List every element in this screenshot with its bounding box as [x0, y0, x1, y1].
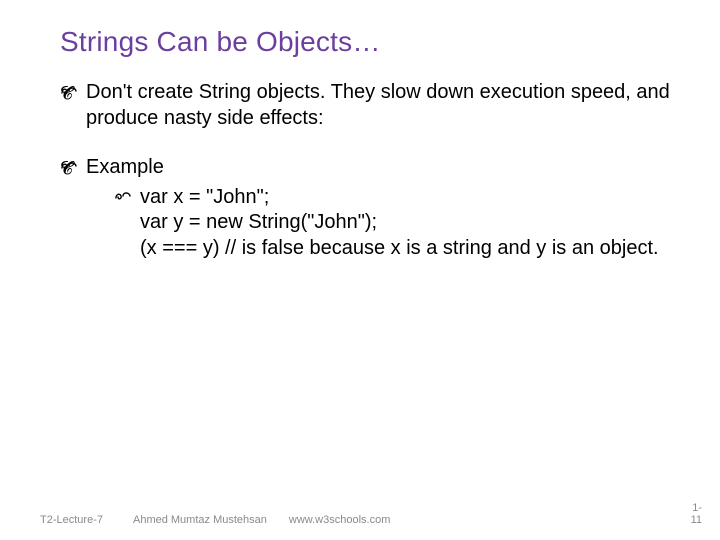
bullet-text: Don't create String objects. They slow d… [86, 81, 670, 129]
slide-footer: T2-Lecture-7 Ahmed Mumtaz Mustehsan www.… [0, 502, 720, 526]
footer-lecture: T2-Lecture-7 [0, 514, 103, 526]
footer-author: Ahmed Mumtaz Mustehsan [103, 514, 267, 526]
bullet-dont-create: Don't create String objects. They slow d… [60, 80, 672, 131]
page-line-1: 1- [691, 502, 702, 514]
bullet-example: Example var x = "John"; var y = new Stri… [60, 155, 672, 261]
bullet-text: Example [86, 156, 164, 178]
footer-site: www.w3schools.com [267, 514, 390, 526]
code-line-3: (x === y) // is false because x is a str… [140, 236, 672, 262]
bullet-code-block: var x = "John"; var y = new String("John… [114, 185, 672, 262]
slide: Strings Can be Objects… Don't create Str… [0, 0, 720, 540]
swirl-bullet-icon [114, 189, 132, 203]
swirl-bullet-icon [60, 84, 78, 98]
code-line-1: var x = "John"; [140, 185, 672, 211]
code-line-2: var y = new String("John"); [140, 210, 672, 236]
page-line-2: 11 [691, 514, 702, 526]
slide-title: Strings Can be Objects… [60, 26, 672, 58]
swirl-bullet-icon [60, 159, 78, 173]
slide-body: Don't create String objects. They slow d… [60, 80, 672, 262]
footer-page-number: 1- 11 [691, 502, 720, 526]
